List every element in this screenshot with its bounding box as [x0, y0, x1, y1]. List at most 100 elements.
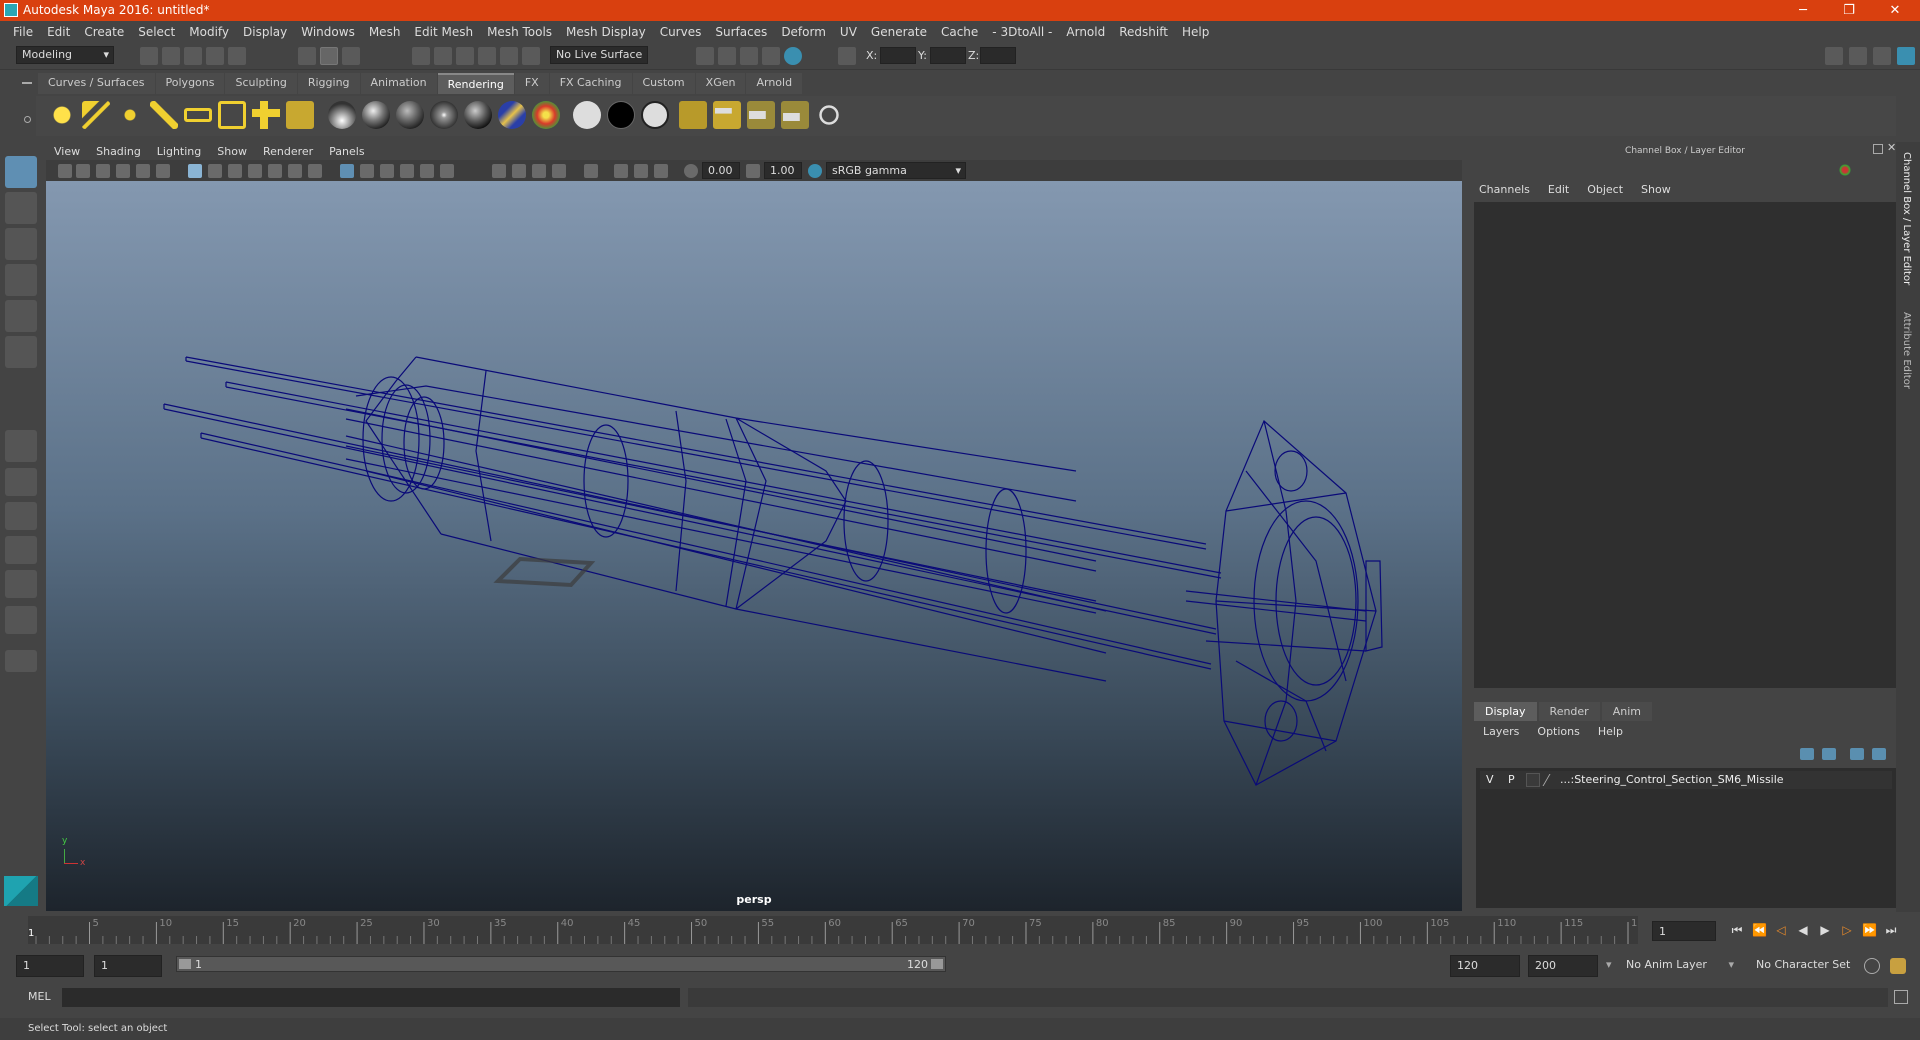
menu-edit-mesh[interactable]: Edit Mesh [407, 25, 480, 39]
xray-components-icon[interactable] [654, 164, 668, 178]
exposure-icon[interactable] [684, 164, 698, 178]
step-forward-frame-icon[interactable]: ▷ [1840, 923, 1854, 937]
grid-toggle-icon[interactable] [188, 164, 202, 178]
shelf-tab-fx[interactable]: FX [514, 73, 549, 94]
snap-curve-icon[interactable] [434, 47, 452, 65]
x-coord-field[interactable] [880, 47, 916, 64]
menu-uv[interactable]: UV [833, 25, 864, 39]
open-scene-icon[interactable] [162, 47, 180, 65]
layered-shader-icon[interactable] [498, 101, 526, 129]
move-tool-icon[interactable] [5, 264, 37, 296]
toolbox-more-icon[interactable] [5, 650, 37, 672]
menu-deform[interactable]: Deform [774, 25, 833, 39]
two-d-pan-zoom-icon[interactable] [136, 164, 150, 178]
resolution-gate-icon[interactable] [228, 164, 242, 178]
gamma-icon[interactable] [746, 164, 760, 178]
xray-joints-icon[interactable] [634, 164, 648, 178]
hypershade-icon[interactable] [784, 47, 802, 65]
render-view-icon[interactable] [696, 47, 714, 65]
shelf-tab-arnold[interactable]: Arnold [746, 73, 803, 94]
snap-surface-icon[interactable] [500, 47, 518, 65]
menu-mesh-display[interactable]: Mesh Display [559, 25, 653, 39]
render-setup-icon[interactable] [815, 101, 843, 129]
ground-plane-mesh[interactable] [493, 556, 596, 588]
image-plane-icon[interactable] [116, 164, 130, 178]
ipr-render-icon[interactable] [740, 47, 758, 65]
rotate-tool-icon[interactable] [5, 300, 37, 332]
live-surface-field[interactable]: No Live Surface [550, 46, 648, 64]
lasso-tool-icon[interactable] [5, 192, 37, 224]
float-panel-icon[interactable] [1873, 144, 1883, 154]
menu-curves[interactable]: Curves [653, 25, 709, 39]
grease-pencil-icon[interactable] [156, 164, 170, 178]
gate-mask-icon[interactable] [248, 164, 262, 178]
maximize-button[interactable]: ❐ [1826, 0, 1872, 21]
persp-graph-layout-icon[interactable] [5, 536, 37, 564]
shelf-tab-rendering[interactable]: Rendering [437, 73, 514, 94]
render-frame-icon[interactable] [718, 47, 736, 65]
sidebar-toggle-icon[interactable] [1825, 47, 1843, 65]
side-tab-attribute-editor[interactable]: Attribute Editor [1901, 312, 1912, 389]
layer-tab-display[interactable]: Display [1474, 702, 1537, 721]
undo-icon[interactable] [206, 47, 224, 65]
playback-start-field[interactable]: 1 [94, 955, 162, 977]
snap-grid-icon[interactable] [412, 47, 430, 65]
bookmark-icon[interactable] [96, 164, 110, 178]
shading-map-icon[interactable] [641, 101, 669, 129]
viewport-menu-view[interactable]: View [46, 145, 88, 158]
viewport-menu-lighting[interactable]: Lighting [149, 145, 209, 158]
shelf-tab-animation[interactable]: Animation [360, 73, 437, 94]
missile-wireframe-model[interactable] [46, 181, 1462, 911]
use-all-lights-icon[interactable] [420, 164, 434, 178]
channel-box-menu-edit[interactable]: Edit [1539, 183, 1578, 201]
redo-icon[interactable] [228, 47, 246, 65]
perspective-viewport[interactable]: y x persp [46, 181, 1462, 911]
screen-space-ao-icon[interactable] [492, 164, 506, 178]
layer-visibility-toggle[interactable]: V [1486, 773, 1494, 786]
xray-icon[interactable] [614, 164, 628, 178]
range-end-handle[interactable] [931, 959, 943, 969]
layer-tab-render[interactable]: Render [1538, 702, 1600, 721]
make-live-icon[interactable] [522, 47, 540, 65]
batch-render-icon[interactable] [747, 101, 775, 129]
step-forward-key-icon[interactable]: ⏩ [1862, 923, 1877, 937]
layer-menu-options[interactable]: Options [1528, 725, 1588, 738]
viewport-menu-panels[interactable]: Panels [321, 145, 372, 158]
shelf-tab-xgen[interactable]: XGen [695, 73, 746, 94]
blinn-material-icon[interactable] [362, 101, 390, 129]
phonge-material-icon[interactable] [430, 101, 458, 129]
play-backward-icon[interactable]: ◀ [1796, 923, 1810, 937]
layer-menu-help[interactable]: Help [1589, 725, 1632, 738]
shelf-settings-icon[interactable] [24, 116, 31, 123]
camera-icon[interactable] [252, 101, 280, 129]
view-transform-dropdown[interactable]: sRGB gamma ▾ [826, 162, 966, 179]
textured-icon[interactable] [400, 164, 414, 178]
shelf-tab-rigging[interactable]: Rigging [297, 73, 360, 94]
channel-box-menu-channels[interactable]: Channels [1470, 183, 1539, 201]
viewport-menu-show[interactable]: Show [209, 145, 255, 158]
select-camera-icon[interactable] [58, 164, 72, 178]
viewport-menu-shading[interactable]: Shading [88, 145, 149, 158]
close-button[interactable]: ✕ [1872, 0, 1918, 21]
outliner-persp-layout-icon[interactable] [5, 606, 37, 634]
layer-tab-anim[interactable]: Anim [1601, 702, 1652, 721]
wireframe-shading-icon[interactable] [340, 164, 354, 178]
go-to-start-icon[interactable]: ⏮ [1730, 923, 1744, 937]
shadows-icon[interactable] [440, 164, 454, 178]
select-hierarchy-icon[interactable] [298, 47, 316, 65]
layer-row[interactable]: V P ...:Steering_Control_Section_SM6_Mis… [1480, 771, 1892, 789]
shelf-tab-fx-caching[interactable]: FX Caching [549, 73, 632, 94]
safe-action-icon[interactable] [288, 164, 302, 178]
snap-view-icon[interactable] [478, 47, 496, 65]
menu-file[interactable]: File [6, 25, 40, 39]
animation-preferences-icon[interactable] [1890, 958, 1906, 974]
safe-title-icon[interactable] [308, 164, 322, 178]
animation-start-field[interactable]: 1 [16, 955, 84, 977]
character-set-dropdown[interactable]: No Character Set [1750, 955, 1860, 977]
film-gate-icon[interactable] [208, 164, 222, 178]
script-editor-icon[interactable] [1894, 990, 1908, 1004]
gamma-field[interactable]: 1.00 [764, 162, 802, 179]
save-scene-icon[interactable] [184, 47, 202, 65]
menu-mesh-tools[interactable]: Mesh Tools [480, 25, 559, 39]
motion-blur-icon[interactable] [512, 164, 526, 178]
